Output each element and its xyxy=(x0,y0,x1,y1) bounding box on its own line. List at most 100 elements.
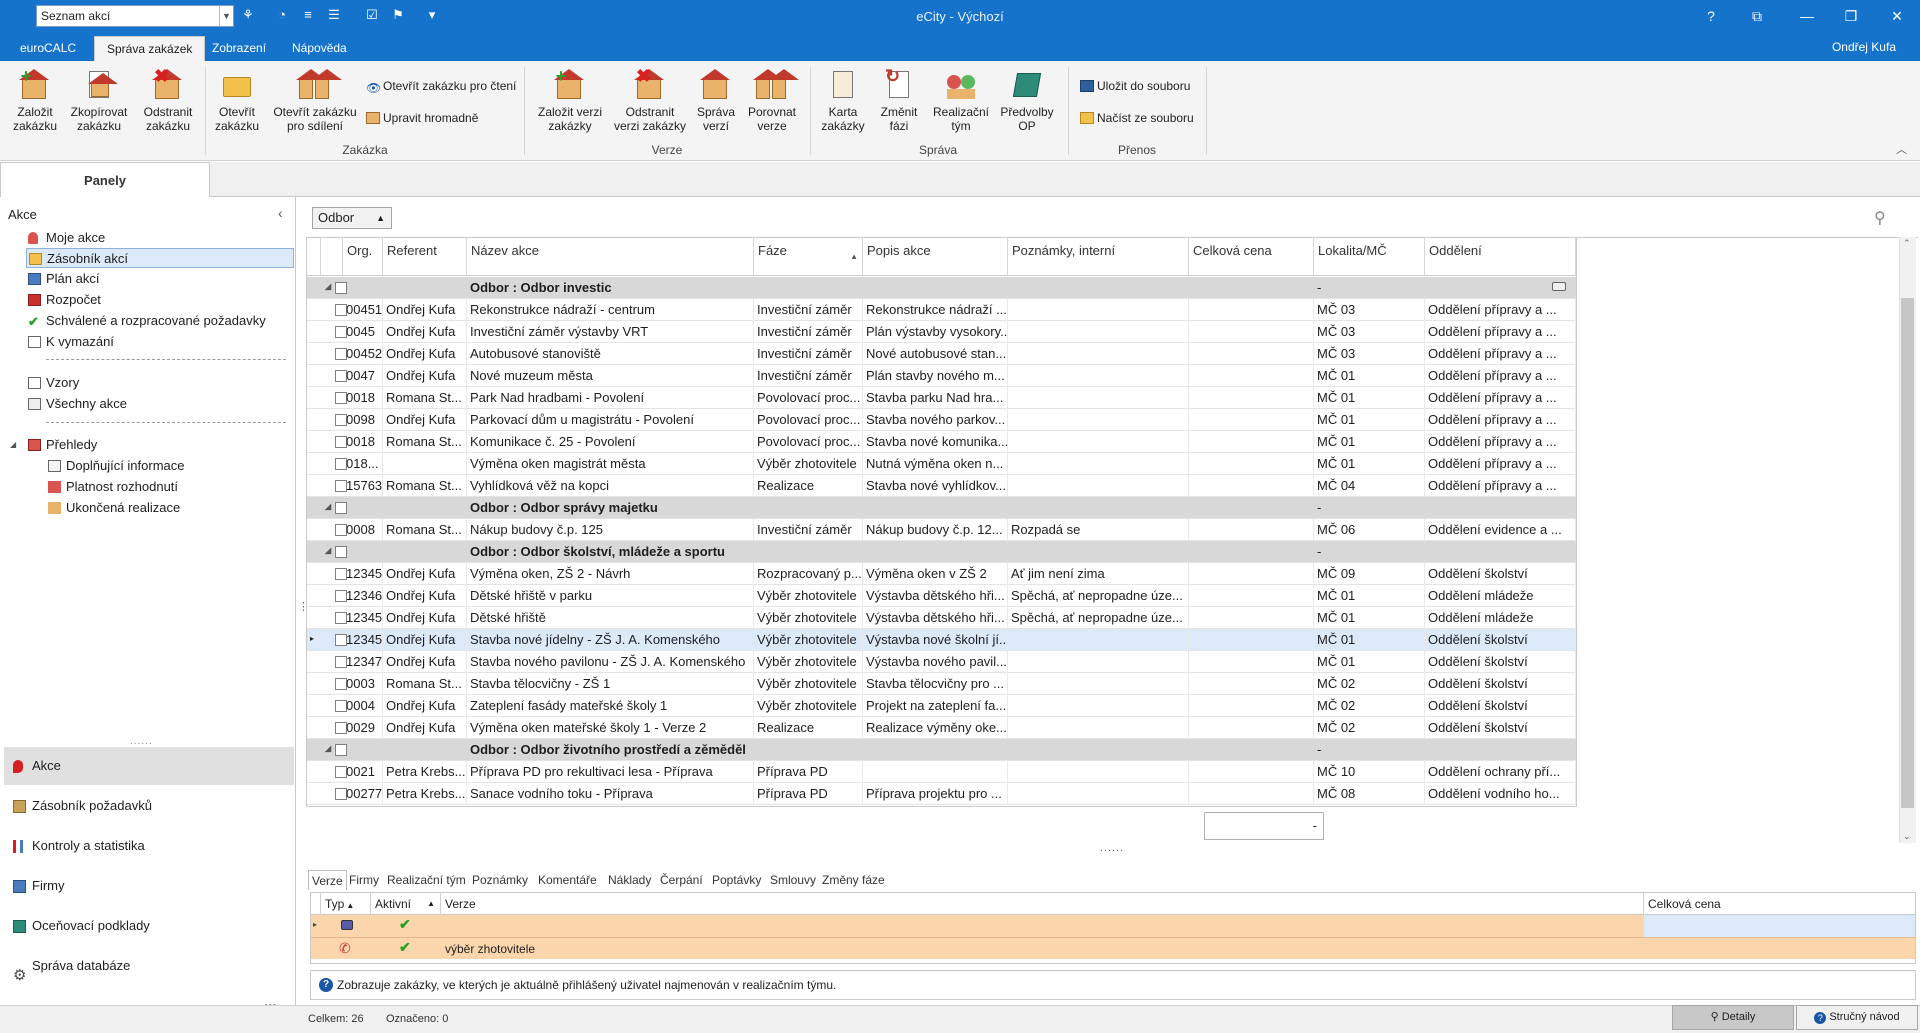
chevron-left-icon[interactable]: ‹ xyxy=(278,205,283,221)
nav-item-schvalene[interactable]: ✔ Schválené a rozpracované požadavky xyxy=(26,311,294,331)
version-row[interactable]: ✆ ✔ výběr zhotovitele xyxy=(311,937,1915,959)
table-row[interactable]: 018... Výměna oken magistrát města Výběr z… xyxy=(307,453,1576,475)
nav-item-rozpocet[interactable]: Rozpočet xyxy=(26,290,294,310)
nav-item-moje-akce[interactable]: Moje akce xyxy=(26,228,294,248)
table-row[interactable]: 0003 Romana St... Stavba tělocvičny - ZŠ 1… xyxy=(307,673,1576,695)
horizontal-splitter[interactable]: ...... xyxy=(306,843,1918,855)
col-celkova-cena[interactable]: Celková cena xyxy=(1189,238,1314,276)
sprava-verzi-button[interactable]: Správa verzí xyxy=(694,69,738,133)
zalozit-zakazku-button[interactable]: + Založit zakázku xyxy=(8,67,62,133)
detail-tab-poptavky[interactable]: Poptávky xyxy=(709,870,764,890)
detail-tab-naklady[interactable]: Náklady xyxy=(605,870,654,890)
odstranit-verzi-button[interactable]: ✖ Odstranit verzi zakázky xyxy=(612,67,688,133)
otevrit-zakazku-button[interactable]: Otevřít zakázku xyxy=(210,69,264,133)
nav-item-k-vymazani[interactable]: K vymazání xyxy=(26,332,294,352)
search-icon[interactable]: ⚲ xyxy=(1874,208,1892,227)
nav-subitem-ukoncena[interactable]: Ukončená realizace xyxy=(46,498,180,518)
collapse-group-icon[interactable]: ◢ xyxy=(325,744,331,753)
detail-tab-verze[interactable]: Verze xyxy=(308,870,347,890)
eraser-icon[interactable] xyxy=(1552,282,1566,291)
col-poznamky[interactable]: Poznámky, interní xyxy=(1008,238,1189,276)
group-row[interactable]: ◢ Odbor : Odbor správy majetku - xyxy=(307,497,1576,519)
table-row[interactable]: 0008 Romana St... Nákup budovy č.p. 125 Inv… xyxy=(307,519,1576,541)
table-row[interactable]: 00277 Petra Krebs... Sanace vodního toku -… xyxy=(307,783,1576,805)
otevrit-zakazku-cteni-button[interactable]: 👁 Otevřít zakázku pro čtení xyxy=(366,79,516,95)
tab-sprava-zakazek[interactable]: Správa zakázek xyxy=(94,36,206,61)
table-row[interactable]: 0004 Ondřej Kufa Zateplení fasády mateřské… xyxy=(307,695,1576,717)
detail-tab-firmy[interactable]: Firmy xyxy=(346,870,382,890)
zmenit-fazi-button[interactable]: ↻ Změnit fázi xyxy=(874,67,924,133)
col-verze[interactable]: Verze xyxy=(441,893,1644,915)
bottom-nav-kontroly[interactable]: Kontroly a statistika xyxy=(4,827,294,865)
group-checkbox[interactable] xyxy=(335,744,347,756)
group-row[interactable]: ◢ Odbor : Odbor životního prostředí a zěm… xyxy=(307,739,1576,761)
scroll-down-icon[interactable]: ⌄ xyxy=(1903,831,1911,842)
detail-tab-zmeny-faze[interactable]: Změny fáze xyxy=(819,870,888,890)
nav-item-plan-akci[interactable]: Plán akcí xyxy=(26,269,294,289)
group-by-odbor-chip[interactable]: Odbor ▲ xyxy=(312,207,392,229)
table-row[interactable]: 0029 Ondřej Kufa Výměna oken mateřské škol… xyxy=(307,717,1576,739)
table-row[interactable]: 12345 Ondřej Kufa Dětské hřiště Výběr zhoto… xyxy=(307,607,1576,629)
zalozit-verzi-button[interactable]: + Založit verzi zakázky xyxy=(532,67,608,133)
details-button[interactable]: ⚲ Detaily xyxy=(1672,1005,1794,1030)
col-faze[interactable]: Fáze ▲ xyxy=(754,238,863,276)
porovnat-verze-button[interactable]: Porovnat verze xyxy=(744,69,800,133)
table-row[interactable]: 0098 Ondřej Kufa Parkovací dům u magistrát… xyxy=(307,409,1576,431)
realizacni-tym-button[interactable]: Realizační tým xyxy=(930,69,992,133)
group-checkbox[interactable] xyxy=(335,546,347,558)
bottom-nav-ocenovaci[interactable]: Oceňovací podklady xyxy=(4,907,294,945)
maximize-icon[interactable]: ❐ xyxy=(1840,6,1862,26)
ulozit-do-souboru-button[interactable]: Uložit do souboru xyxy=(1080,79,1190,93)
tab-zobrazeni[interactable]: Zobrazení xyxy=(200,36,278,61)
expand-triangle-icon[interactable]: ◢ xyxy=(10,440,16,449)
nav-subitem-doplnujici[interactable]: Doplňující informace xyxy=(46,456,185,476)
detail-tab-cerpani[interactable]: Čerpání xyxy=(657,870,706,890)
tab-eurocalc[interactable]: euroCALC xyxy=(8,36,88,61)
zkopirovat-zakazku-button[interactable]: Zkopírovat zakázku xyxy=(68,69,130,133)
table-row[interactable]: ▸ 12345 Ondřej Kufa Stavba nové jídelny - Z… xyxy=(307,629,1576,651)
collapse-group-icon[interactable]: ◢ xyxy=(325,502,331,511)
collapse-ribbon-icon[interactable]: ︿ xyxy=(1896,141,1907,157)
detail-tab-smlouvy[interactable]: Smlouvy xyxy=(767,870,819,890)
user-name[interactable]: Ondřej Kufa xyxy=(1832,40,1896,54)
detail-tab-poznamky[interactable]: Poznámky xyxy=(469,870,531,890)
table-row[interactable]: 0018 Romana St... Park Nad hradbami - Povo… xyxy=(307,387,1576,409)
table-row[interactable]: 0045 Ondřej Kufa Investiční záměr výstavby… xyxy=(307,321,1576,343)
panels-tab[interactable]: Panely xyxy=(0,162,210,197)
nav-item-vzory[interactable]: Vzory xyxy=(26,373,294,393)
col-celkova-cena[interactable]: Celková cena xyxy=(1644,893,1915,915)
group-row[interactable]: ◢ Odbor : Odbor školství, mládeže a sport… xyxy=(307,541,1576,563)
collapse-group-icon[interactable]: ◢ xyxy=(325,546,331,555)
table-row[interactable]: 0047 Ondřej Kufa Nové muzeum města Investič… xyxy=(307,365,1576,387)
col-nazev-akce[interactable]: Název akce xyxy=(467,238,754,276)
table-row[interactable]: 12345 Ondřej Kufa Výměna oken, ZŠ 2 - Návr… xyxy=(307,563,1576,585)
group-checkbox[interactable] xyxy=(335,502,347,514)
col-referent[interactable]: Referent xyxy=(383,238,467,276)
scroll-up-icon[interactable]: ⌃ xyxy=(1903,238,1911,249)
tab-napoveda[interactable]: Nápověda xyxy=(280,36,359,61)
predvolby-op-button[interactable]: Předvolby OP xyxy=(998,69,1056,133)
karta-zakazky-button[interactable]: Karta zakázky xyxy=(818,69,868,133)
bottom-nav-sprava-databaze[interactable]: ⚙ Správa databáze xyxy=(4,947,294,985)
restore-layout-icon[interactable]: ⧉ xyxy=(1746,6,1768,26)
table-row[interactable]: 00452 Ondřej Kufa Autobusové stanoviště Inv… xyxy=(307,343,1576,365)
table-row[interactable]: 0021 Petra Krebs... Příprava PD pro rekult… xyxy=(307,761,1576,783)
col-aktivni[interactable]: Aktivní ▲ xyxy=(371,893,441,915)
nav-subitem-platnost[interactable]: Platnost rozhodnutí xyxy=(46,477,178,497)
minimize-icon[interactable]: — xyxy=(1796,6,1818,26)
nav-item-prehledy[interactable]: Přehledy xyxy=(26,435,294,455)
bottom-nav-zasobnik-pozadavku[interactable]: Zásobník požadavků xyxy=(4,787,294,825)
scrollbar-thumb[interactable] xyxy=(1901,298,1914,808)
table-row[interactable]: 12347 Ondřej Kufa Stavba nového pavilonu -… xyxy=(307,651,1576,673)
col-typ[interactable]: Typ ▲ xyxy=(321,893,371,915)
close-icon[interactable]: ✕ xyxy=(1886,6,1908,26)
group-checkbox[interactable] xyxy=(335,282,347,294)
bottom-nav-firmy[interactable]: Firmy xyxy=(4,867,294,905)
nav-item-zasobnik-akci[interactable]: Zásobník akcí xyxy=(26,248,294,268)
help-icon[interactable]: ? xyxy=(1700,6,1722,26)
detail-tab-komentare[interactable]: Komentáře xyxy=(535,870,600,890)
table-row[interactable]: 15763 Romana St... Vyhlídková věž na kopci… xyxy=(307,475,1576,497)
table-row[interactable]: 0018 Romana St... Komunikace č. 25 - Povol… xyxy=(307,431,1576,453)
nacist-ze-souboru-button[interactable]: Načíst ze souboru xyxy=(1080,111,1194,125)
otevrit-zakazku-sdileni-button[interactable]: Otevřít zakázku pro sdílení xyxy=(270,69,360,133)
